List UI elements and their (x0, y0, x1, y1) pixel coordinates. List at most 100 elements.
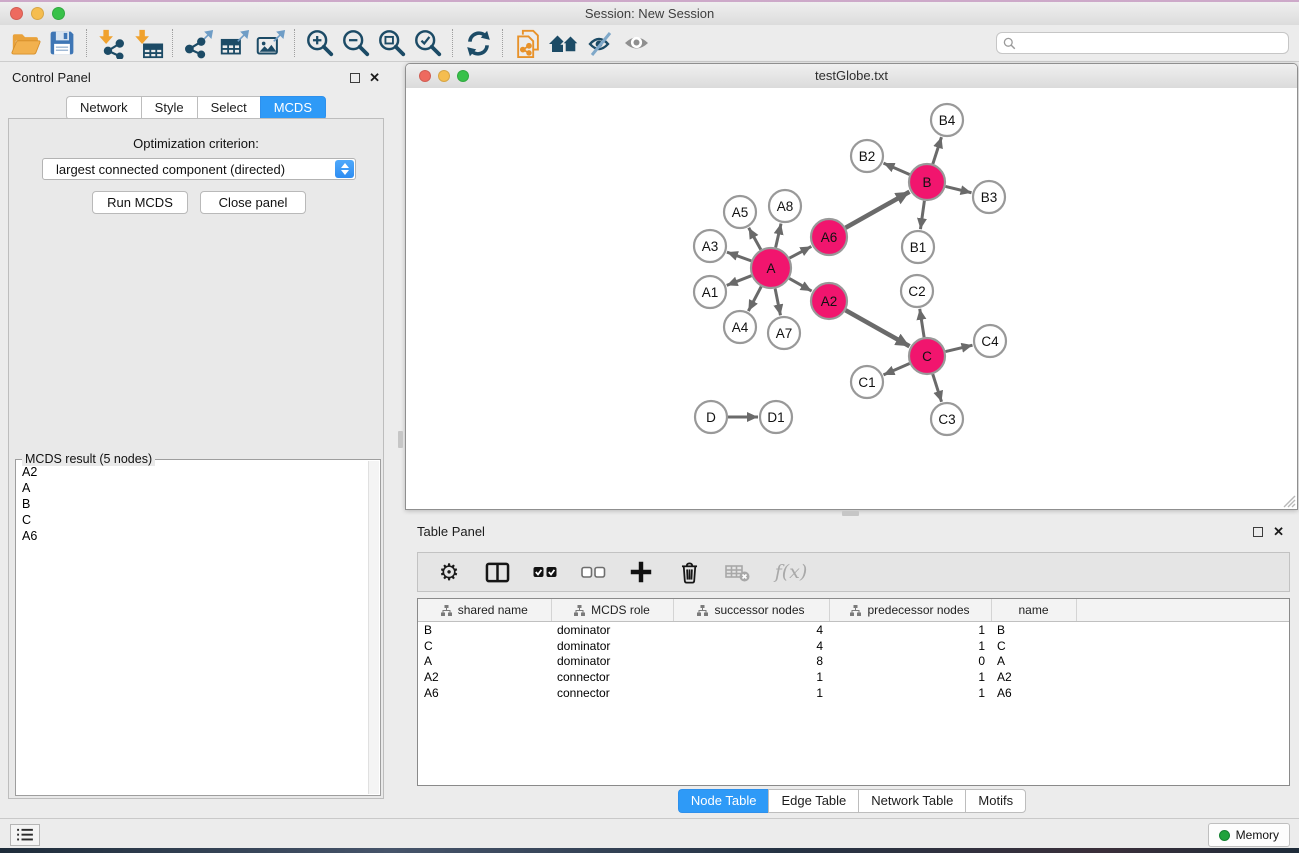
edge-A-A2[interactable] (789, 278, 811, 291)
show-hide-panels-icon[interactable] (546, 26, 582, 60)
node-A3[interactable]: A3 (694, 230, 726, 262)
cell-predecessor-nodes[interactable]: 1 (829, 638, 991, 654)
cell-mcds-role[interactable]: dominator (551, 638, 673, 654)
refresh-icon[interactable] (460, 26, 496, 60)
edge-A6-B[interactable] (846, 192, 910, 228)
memory-button[interactable]: Memory (1208, 823, 1290, 847)
cell-successor-nodes[interactable]: 8 (673, 654, 829, 670)
edge-A2-C[interactable] (846, 310, 910, 346)
close-table-panel-icon[interactable]: ✕ (1273, 524, 1284, 539)
node-B1[interactable]: B1 (902, 231, 934, 263)
horizontal-split-grip[interactable] (842, 511, 859, 516)
open-session-icon[interactable] (8, 26, 44, 60)
tab-node-table[interactable]: Node Table (678, 789, 769, 813)
tab-network-table[interactable]: Network Table (858, 789, 965, 813)
result-item[interactable]: A6 (16, 528, 368, 544)
import-table-icon[interactable] (130, 26, 166, 60)
result-item[interactable]: A (16, 480, 368, 496)
zoom-window-button[interactable] (52, 7, 65, 20)
network-minimize-button[interactable] (438, 70, 450, 82)
node-C[interactable]: C (909, 338, 945, 374)
zoom-fit-icon[interactable] (374, 26, 410, 60)
table-settings-icon[interactable]: ⚙ (436, 558, 462, 586)
cell-name[interactable]: A2 (991, 669, 1076, 685)
table-row[interactable]: A2connector11A2 (418, 669, 1289, 685)
import-network-icon[interactable] (94, 26, 130, 60)
result-item[interactable]: C (16, 512, 368, 528)
edge-A-A5[interactable] (749, 228, 761, 250)
cell-predecessor-nodes[interactable]: 1 (829, 685, 991, 701)
column-header-successor-nodes[interactable]: successor nodes (673, 599, 829, 622)
edge-A-A6[interactable] (790, 246, 812, 258)
node-D1[interactable]: D1 (760, 401, 792, 433)
zoom-in-icon[interactable] (302, 26, 338, 60)
cell-shared-name[interactable]: A2 (418, 669, 551, 685)
vertical-split-grip[interactable] (398, 431, 403, 448)
save-session-icon[interactable] (44, 26, 80, 60)
node-A2[interactable]: A2 (811, 283, 847, 319)
show-graphics-details-icon[interactable] (618, 26, 654, 60)
cell-shared-name[interactable]: A (418, 654, 551, 670)
edge-B-B3[interactable] (945, 186, 971, 192)
cell-mcds-role[interactable]: connector (551, 685, 673, 701)
node-C3[interactable]: C3 (931, 403, 963, 435)
node-A5[interactable]: A5 (724, 196, 756, 228)
cell-predecessor-nodes[interactable]: 0 (829, 654, 991, 670)
edge-C-C3[interactable] (933, 374, 942, 402)
close-window-button[interactable] (10, 7, 23, 20)
close-panel-icon[interactable]: ✕ (369, 70, 380, 85)
network-close-button[interactable] (419, 70, 431, 82)
node-B2[interactable]: B2 (851, 140, 883, 172)
search-input[interactable] (1020, 35, 1288, 51)
node-D[interactable]: D (695, 401, 727, 433)
tab-mcds[interactable]: MCDS (260, 96, 326, 120)
cell-predecessor-nodes[interactable]: 1 (829, 622, 991, 638)
node-C1[interactable]: C1 (851, 366, 883, 398)
network-window-titlebar[interactable]: testGlobe.txt (406, 64, 1297, 89)
cell-shared-name[interactable]: B (418, 622, 551, 638)
export-image-icon[interactable] (252, 26, 288, 60)
network-zoom-button[interactable] (457, 70, 469, 82)
edge-C-C4[interactable] (945, 345, 972, 351)
cell-predecessor-nodes[interactable]: 1 (829, 669, 991, 685)
result-scrollbar[interactable] (368, 461, 379, 794)
hide-graphics-details-icon[interactable] (582, 26, 618, 60)
cell-shared-name[interactable]: A6 (418, 685, 551, 701)
result-item[interactable]: B (16, 496, 368, 512)
edge-A-A7[interactable] (775, 289, 780, 316)
edge-C-C2[interactable] (920, 309, 924, 337)
cell-name[interactable]: B (991, 622, 1076, 638)
node-C2[interactable]: C2 (901, 275, 933, 307)
tab-style[interactable]: Style (141, 96, 197, 120)
node-B4[interactable]: B4 (931, 104, 963, 136)
export-table-icon[interactable] (216, 26, 252, 60)
cell-successor-nodes[interactable]: 4 (673, 638, 829, 654)
cell-name[interactable]: A (991, 654, 1076, 670)
unselect-all-columns-icon[interactable] (580, 558, 606, 586)
export-network-icon[interactable] (180, 26, 216, 60)
column-header-name[interactable]: name (991, 599, 1076, 622)
node-A8[interactable]: A8 (769, 190, 801, 222)
criterion-dropdown[interactable]: largest connected component (directed) (42, 158, 356, 180)
cell-mcds-role[interactable]: dominator (551, 654, 673, 670)
network-canvas[interactable]: B4B2BB3A8A5A6A3B1AA1C2A2A4A7C4CC1C3DD1 (406, 88, 1297, 509)
edge-A-A8[interactable] (776, 224, 781, 248)
task-history-button[interactable] (10, 824, 40, 846)
node-C4[interactable]: C4 (974, 325, 1006, 357)
node-B3[interactable]: B3 (973, 181, 1005, 213)
cell-successor-nodes[interactable]: 1 (673, 669, 829, 685)
node-A7[interactable]: A7 (768, 317, 800, 349)
minimize-window-button[interactable] (31, 7, 44, 20)
edge-C-C1[interactable] (884, 364, 910, 375)
node-A4[interactable]: A4 (724, 311, 756, 343)
add-column-icon[interactable] (628, 558, 654, 586)
cell-successor-nodes[interactable]: 4 (673, 622, 829, 638)
float-panel-icon[interactable] (350, 73, 360, 83)
run-mcds-button[interactable]: Run MCDS (92, 191, 188, 214)
node-B[interactable]: B (909, 164, 945, 200)
edge-B-B4[interactable] (933, 137, 942, 164)
delete-columns-icon[interactable] (676, 558, 702, 586)
tab-motifs[interactable]: Motifs (965, 789, 1026, 813)
table-row[interactable]: A6connector11A6 (418, 685, 1289, 701)
node-A6[interactable]: A6 (811, 219, 847, 255)
